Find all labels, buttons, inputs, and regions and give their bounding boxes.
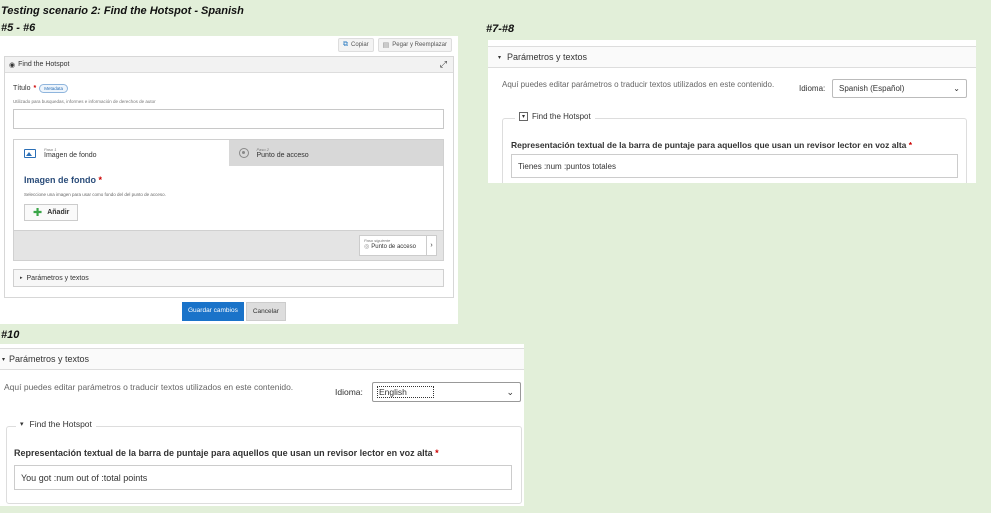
language-label: Idioma: [799,84,826,93]
background-title-text: Imagen de fondo [24,175,96,185]
params-description: Aquí puedes editar parámetros o traducir… [4,382,294,392]
params-spanish-panel: ▾ Parámetros y textos Aquí puedes editar… [488,40,976,183]
editor-title: Find the Hotspot [18,61,70,68]
tab-background-image[interactable]: Paso 1 Imagen de fondo [14,140,229,166]
image-icon [24,148,36,158]
panel1-caption: #5 - #6 [1,22,36,34]
fullscreen-icon[interactable]: ⤢ [440,59,447,70]
scenario-caption: Testing scenario 2: Find the Hotspot - S… [1,5,244,17]
caret-down-icon: ▾ [20,421,24,428]
metadata-button[interactable]: Metadata [39,84,69,93]
editor-screenshot-panel: ⧉ Copiar ▤ Pegar y Reemplazar ◉ Find the… [0,36,458,324]
clipboard-toolbar: ⧉ Copiar ▤ Pegar y Reemplazar [337,38,452,52]
score-bar-label-text: Representación textual de la barra de pu… [14,448,433,458]
group-title: Find the Hotspot [29,419,92,429]
copy-icon: ⧉ [342,41,348,48]
caret-right-icon: ▸ [20,275,23,281]
cancel-button[interactable]: Cancelar [245,302,286,321]
add-label: Añadir [47,209,70,216]
step1-label: Imagen de fondo [44,152,97,159]
target-icon [238,148,249,158]
collapse-icon[interactable]: ▾ [519,112,528,121]
steps-wizard: Paso 1 Imagen de fondo Paso 2 Punto de a… [13,139,444,261]
score-bar-label-text: Representación textual de la barra de pu… [511,140,907,150]
params-section-title: Parámetros y textos [507,52,588,62]
tab-hotspot[interactable]: Paso 2 Punto de acceso [228,140,443,166]
chevron-down-icon: ⌄ [506,386,514,397]
editor-header: ◉ Find the Hotspot ⤢ [5,57,453,73]
hotspot-icon: ◉ [9,61,16,69]
chevron-down-icon: ⌄ [953,84,960,93]
params-section-header[interactable]: ▾ Parámetros y textos [488,46,976,68]
params-section-title: Parámetros y textos [9,354,90,364]
find-hotspot-group-header[interactable]: ▾ Find the Hotspot [515,112,595,121]
group-title: Find the Hotspot [532,112,591,121]
paste-label: Pegar y Reemplazar [392,42,447,48]
background-section-title: Imagen de fondo * [24,175,102,185]
background-description: Seleccione una imagen para usar como fon… [24,192,166,197]
language-value: Spanish (Español) [839,84,905,93]
titulo-input[interactable] [13,109,444,129]
caret-down-icon: ▾ [2,356,6,363]
params-english-panel: ▾ Parámetros y textos Aquí puedes editar… [0,344,524,506]
content-editor: ◉ Find the Hotspot ⤢ Título * Metadata U… [4,56,454,298]
add-image-button[interactable]: ✚ Añadir [24,204,79,221]
form-actions: Guardar cambios Cancelar [182,302,286,321]
plus-icon: ✚ [33,207,43,219]
step-navigation-bar: Paso siguiente ◎ Punto de acceso › [14,230,443,260]
copy-button[interactable]: ⧉ Copiar [337,38,374,52]
titulo-label: Título [13,85,31,92]
params-label: Parámetros y textos [26,274,89,282]
params-section-header[interactable]: ▾ Parámetros y textos [0,348,524,370]
required-asterisk: * [98,175,103,185]
required-asterisk: * [33,85,37,92]
required-asterisk: * [908,140,913,150]
next-step-label: Punto de acceso [371,243,416,250]
language-value: English [377,386,434,398]
target-icon: ◎ [364,244,370,250]
step2-label: Punto de acceso [256,152,309,159]
required-asterisk: * [435,448,439,458]
score-bar-label: Representación textual de la barra de pu… [14,448,439,458]
score-bar-input[interactable]: You got :num out of :total points [14,465,512,490]
find-hotspot-group-header[interactable]: ▾ Find the Hotspot [16,419,96,429]
copy-label: Copiar [350,42,369,48]
paste-replace-button[interactable]: ▤ Pegar y Reemplazar [377,38,452,52]
language-select[interactable]: English ⌄ [372,382,521,402]
language-select[interactable]: Spanish (Español) ⌄ [832,79,967,98]
caret-down-icon: ▾ [498,54,502,61]
panel2-caption: #7-#8 [486,23,515,35]
chevron-right-icon: › [426,236,436,255]
next-step-button[interactable]: Paso siguiente ◎ Punto de acceso › [359,235,437,256]
save-button[interactable]: Guardar cambios [182,302,244,321]
score-bar-input[interactable]: Tienes :num :puntos totales [511,154,958,178]
titulo-description: Utilizado para busquedas, informes e inf… [13,99,156,104]
titulo-label-row: Título * Metadata [13,84,69,93]
panel3-caption: #10 [1,329,20,341]
params-collapsed-header[interactable]: ▸ Parámetros y textos [13,269,444,287]
score-bar-label: Representación textual de la barra de pu… [511,140,912,150]
params-description: Aquí puedes editar parámetros o traducir… [502,80,775,89]
step-tabs: Paso 1 Imagen de fondo Paso 2 Punto de a… [14,140,443,166]
language-label: Idioma: [335,387,363,397]
clipboard-icon: ▤ [382,42,390,49]
